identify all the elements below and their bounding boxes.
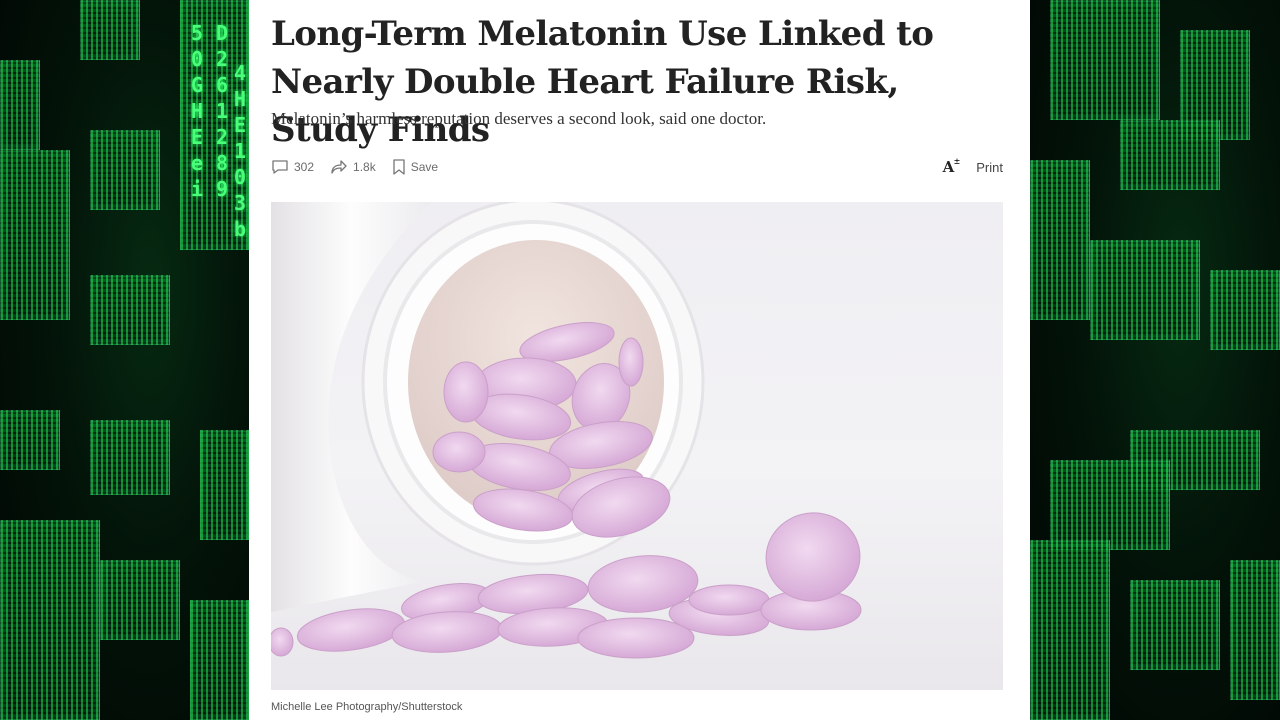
photo-caption: Michelle Lee Photography/Shutterstock [271,701,463,713]
matrix-tile [100,560,180,640]
article-subheadline: Melatonin’s harmless reputation deserves… [271,109,767,128]
matrix-tile [0,60,40,150]
matrix-background-left: 50GHEei D261289 4HE103b [0,0,249,720]
bookmark-icon [392,159,406,175]
matrix-tile [1090,240,1200,340]
matrix-tile [1130,580,1220,670]
matrix-tile [1120,120,1220,190]
pill-bottle-illustration [271,202,862,659]
save-button[interactable]: Save [392,159,438,175]
article-toolbar: 302 1.8k Save A ± Print [271,154,1003,180]
share-icon [330,159,348,175]
matrix-tile [1050,0,1160,120]
matrix-tile [1210,270,1280,350]
matrix-tile [1050,460,1170,550]
matrix-tile [80,0,140,60]
comments-count: 302 [294,160,315,174]
comments-button[interactable]: 302 [271,159,314,175]
save-label: Save [410,160,439,174]
matrix-tile [200,430,249,540]
shares-count: 1.8k [353,160,376,174]
print-button[interactable]: Print [976,160,1003,175]
font-size-label: A [942,158,955,176]
article-container: Long-Term Melatonin Use Linked to Nearly… [249,0,1030,720]
matrix-tile [1230,560,1280,700]
matrix-tile [90,420,170,495]
article-photo [271,202,1003,690]
article-headline: Long-Term Melatonin Use Linked to Nearly… [271,14,934,150]
comment-icon [271,159,289,175]
matrix-background-right [1030,0,1280,720]
matrix-glyph-column: 4HE103b [233,61,247,241]
matrix-tile [1030,160,1090,320]
matrix-tile [90,130,160,210]
matrix-glyph-column: 50GHEei [190,21,204,201]
matrix-tile [0,520,100,720]
matrix-tile [190,600,249,720]
share-button[interactable]: 1.8k [330,159,376,175]
matrix-tile [90,275,170,345]
matrix-tile [0,150,70,320]
matrix-tile [1030,540,1110,720]
matrix-tile [0,410,60,470]
font-size-icon[interactable]: A ± [942,156,961,176]
